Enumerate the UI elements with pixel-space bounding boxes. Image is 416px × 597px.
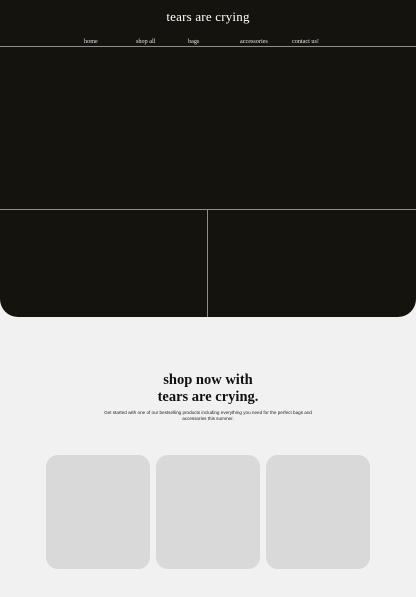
hero-left-panel[interactable] [0,210,207,317]
section-title: shop now with tears are crying. [0,372,416,406]
product-card-3[interactable] [266,455,370,569]
product-card-1[interactable] [46,455,150,569]
hero-right-panel[interactable] [208,210,416,317]
hero-featured-panel[interactable] [0,47,416,209]
hero-banner: tears are crying home shop all bags acce… [0,0,416,317]
section-description: Get started with one of our bestselling … [104,410,312,421]
section-title-line1: shop now with [163,372,253,388]
brand-title[interactable]: tears are crying [0,9,416,25]
product-card-2[interactable] [156,455,260,569]
section-title-line2: tears are crying. [157,389,259,405]
